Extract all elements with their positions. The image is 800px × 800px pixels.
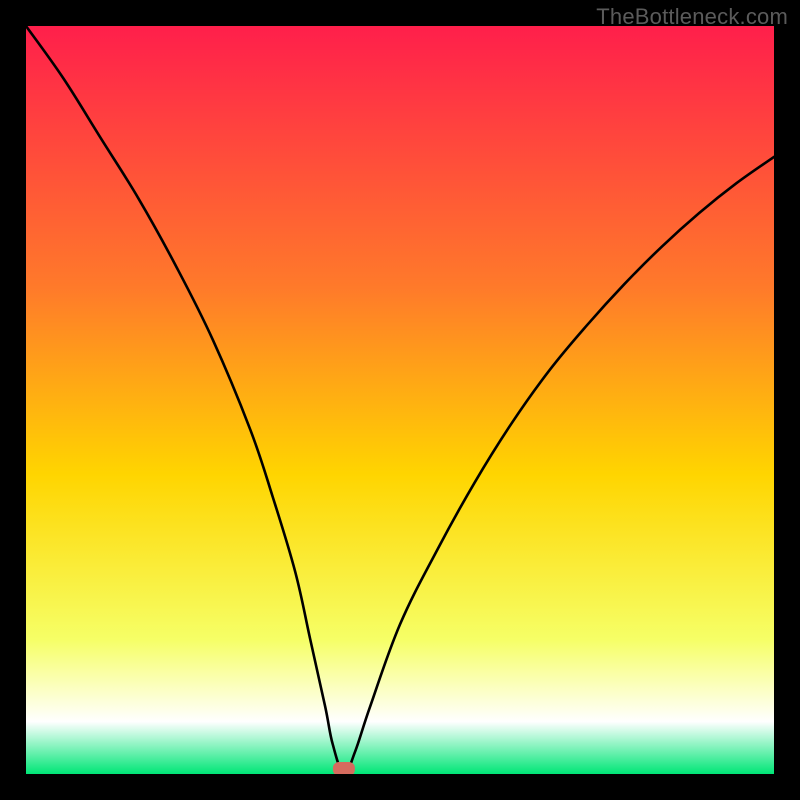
chart-frame: TheBottleneck.com	[0, 0, 800, 800]
optimum-marker	[333, 762, 355, 774]
bottleneck-curve-chart	[26, 26, 774, 774]
plot-area	[26, 26, 774, 774]
gradient-background	[26, 26, 774, 774]
